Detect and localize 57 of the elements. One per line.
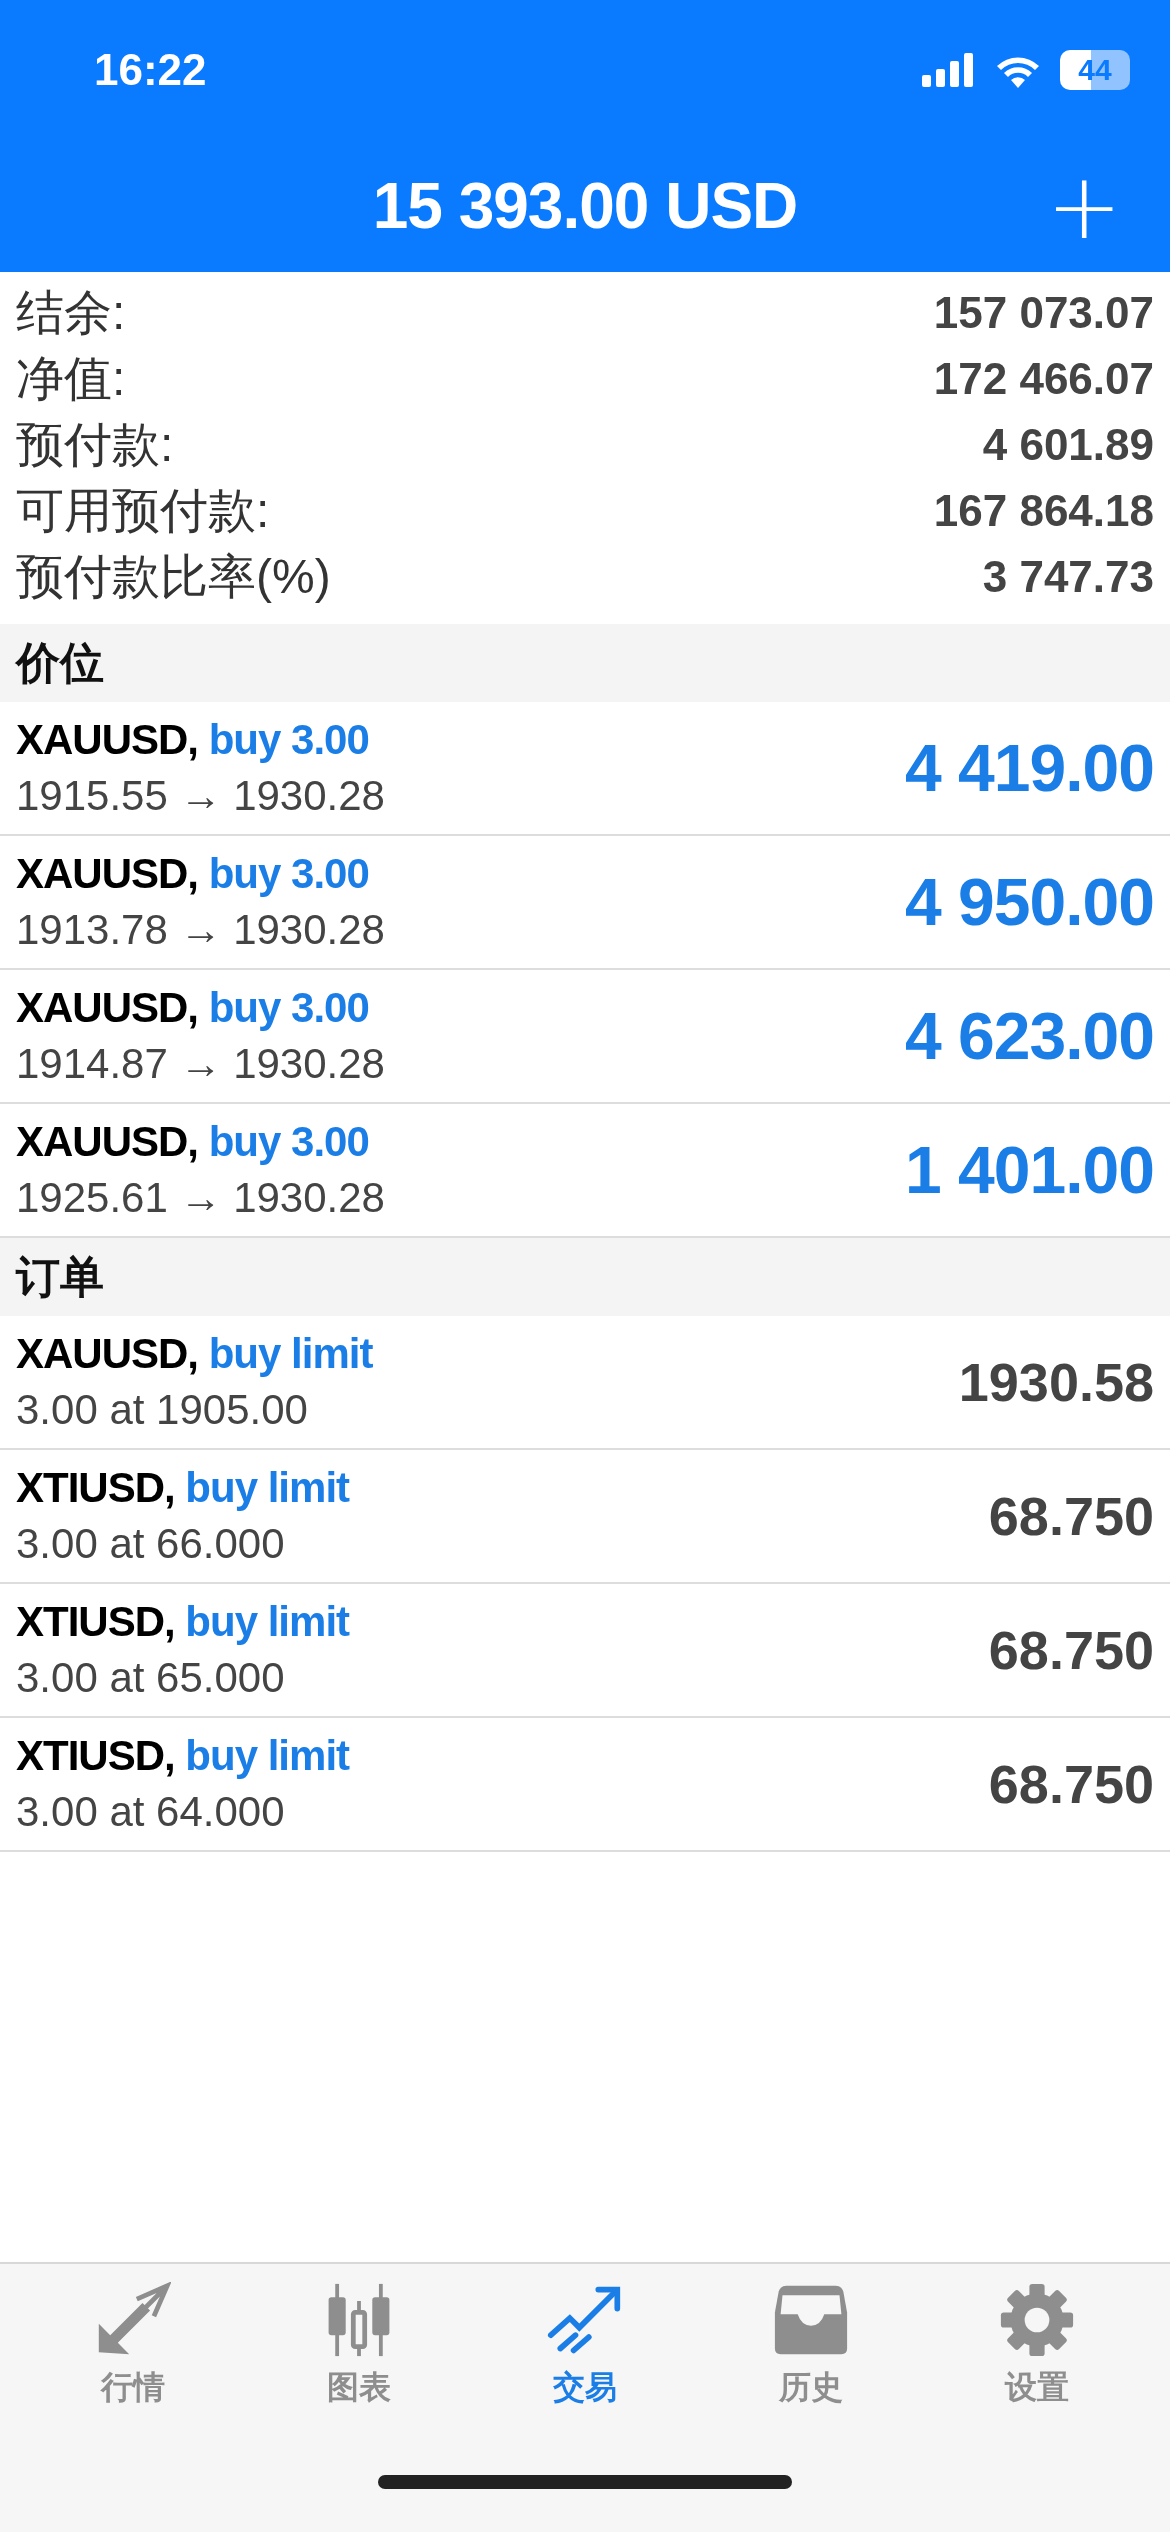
order-row[interactable]: XTIUSD, buy limit 3.00 at 64.000 68.750 xyxy=(0,1718,1170,1852)
summary-value: 172 466.07 xyxy=(933,354,1154,404)
symbol-label: XAUUSD, xyxy=(16,1330,199,1377)
summary-value: 3 747.73 xyxy=(982,552,1154,602)
status-time: 16:22 xyxy=(94,45,207,95)
summary-label: 可用预付款: xyxy=(16,483,270,539)
profit-value: 4 419.00 xyxy=(905,730,1154,806)
trade-side: buy 3.00 xyxy=(208,984,369,1031)
order-detail: 3.00 at 64.000 xyxy=(16,1788,286,1836)
order-detail: 3.00 at 66.000 xyxy=(16,1520,286,1568)
trade-side: buy limit xyxy=(185,1598,350,1645)
price-range: 1915.55 → 1930.28 xyxy=(16,772,385,820)
profit-value: 1 401.00 xyxy=(905,1132,1154,1208)
symbol-label: XAUUSD, xyxy=(16,1118,199,1165)
order-row[interactable]: XTIUSD, buy limit 3.00 at 66.000 68.750 xyxy=(0,1450,1170,1584)
order-detail: 3.00 at 1905.00 xyxy=(16,1386,309,1434)
position-row[interactable]: XAUUSD, buy 3.00 1914.87 → 1930.28 4 623.00 xyxy=(0,970,1170,1104)
position-row[interactable]: XAUUSD, buy 3.00 1913.78 → 1930.28 4 950.00 xyxy=(0,836,1170,970)
trade-side: buy limit xyxy=(185,1464,350,1511)
order-price: 68.750 xyxy=(988,1619,1154,1681)
profit-value: 4 623.00 xyxy=(905,998,1154,1074)
order-row[interactable]: XTIUSD, buy limit 3.00 at 65.000 68.750 xyxy=(0,1584,1170,1718)
symbol-label: XTIUSD, xyxy=(16,1598,175,1645)
add-button[interactable]: + xyxy=(1040,162,1128,252)
section-header: 订单 xyxy=(0,1238,1170,1316)
symbol-label: XTIUSD, xyxy=(16,1464,175,1511)
summary-label: 预付款比率(%) xyxy=(16,549,331,605)
summary-label: 预付款: xyxy=(16,417,174,473)
order-price: 1930.58 xyxy=(958,1351,1154,1413)
symbol-label: XTIUSD, xyxy=(16,1732,175,1779)
symbol-label: XAUUSD, xyxy=(16,716,199,763)
balance-title: 15 393.00 USD xyxy=(372,169,798,243)
summary-value: 157 073.07 xyxy=(933,288,1154,338)
tab-item[interactable]: 交易 xyxy=(505,2282,665,2432)
profit-value: 4 950.00 xyxy=(905,864,1154,940)
summary-label: 结余: xyxy=(16,285,126,341)
order-row[interactable]: XAUUSD, buy limit 3.00 at 1905.00 1930.58 xyxy=(0,1316,1170,1450)
symbol-label: XAUUSD, xyxy=(16,850,199,897)
price-range: 1925.61 → 1930.28 xyxy=(16,1174,385,1222)
position-row[interactable]: XAUUSD, buy 3.00 1915.55 → 1930.28 4 419.00 xyxy=(0,702,1170,836)
price-range: 1913.78 → 1930.28 xyxy=(16,906,385,954)
symbol-label: XAUUSD, xyxy=(16,984,199,1031)
trade-side: buy 3.00 xyxy=(208,1118,369,1165)
settings-icon xyxy=(999,2282,1075,2358)
section-header: 价位 xyxy=(0,624,1170,702)
summary-label: 净值: xyxy=(16,351,126,407)
price-range: 1914.87 → 1930.28 xyxy=(16,1040,385,1088)
trade-side: buy 3.00 xyxy=(208,850,369,897)
summary-value: 167 864.18 xyxy=(933,486,1154,536)
order-price: 68.750 xyxy=(988,1753,1154,1815)
signal-icon xyxy=(922,53,976,87)
trade-side: buy limit xyxy=(208,1330,373,1377)
order-detail: 3.00 at 65.000 xyxy=(16,1654,286,1702)
order-price: 68.750 xyxy=(988,1485,1154,1547)
trade-side: buy 3.00 xyxy=(208,716,369,763)
summary-value: 4 601.89 xyxy=(982,420,1154,470)
trade-side: buy limit xyxy=(185,1732,350,1779)
